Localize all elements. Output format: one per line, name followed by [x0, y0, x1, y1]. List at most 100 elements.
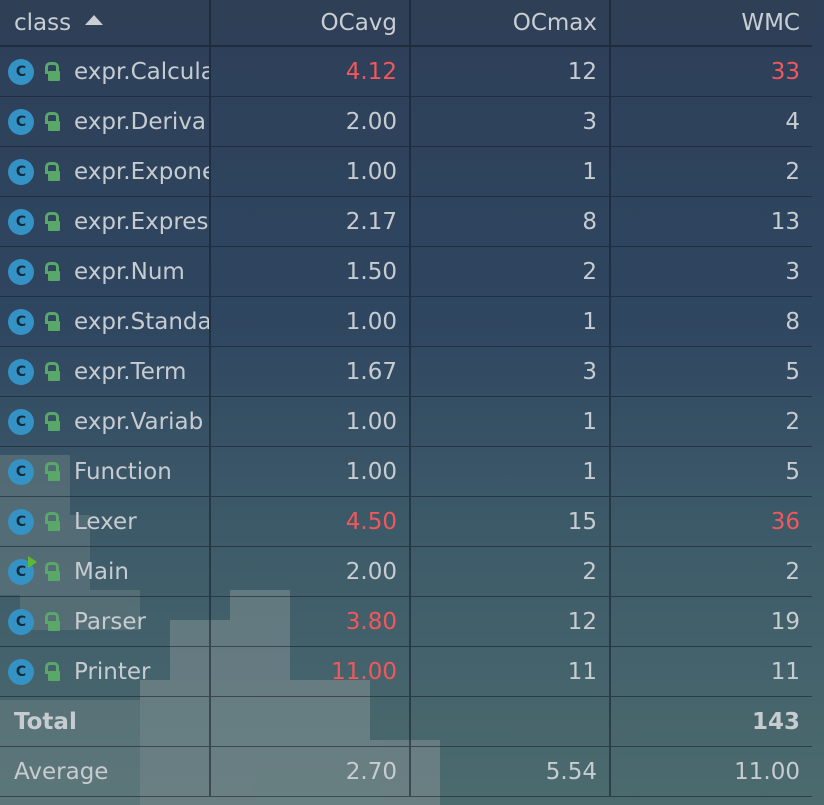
table-row[interactable]: Cexpr.Expres 2.17 8 13: [0, 197, 812, 247]
class-icon: C: [8, 358, 34, 385]
lock-open-icon: [44, 311, 62, 333]
lock-open-icon: [44, 611, 62, 633]
class-cell[interactable]: Cexpr.Deriva: [0, 97, 211, 146]
class-icon: C: [8, 158, 34, 185]
lock-open-icon: [44, 61, 62, 83]
lock-open-icon: [44, 111, 62, 133]
class-name: expr.Expres: [74, 208, 209, 235]
table-row[interactable]: C Lexer 4.50 15 36: [0, 497, 812, 547]
total-ocavg: [211, 697, 411, 746]
wmc-value: 3: [785, 258, 800, 285]
class-cell[interactable]: C Printer: [0, 647, 211, 696]
class-icon: C: [8, 458, 34, 485]
wmc-value: 5: [785, 358, 800, 385]
table-row[interactable]: Cexpr.Standa 1.00 1 8: [0, 297, 812, 347]
sort-ascending-icon[interactable]: [85, 14, 104, 25]
wmc-value: 2: [785, 158, 800, 185]
class-icon: C: [8, 258, 34, 285]
table-row[interactable]: Cexpr.Deriva 2.00 3 4: [0, 97, 812, 147]
column-header-wmc-label: WMC: [741, 9, 800, 36]
lock-open-icon: [44, 511, 62, 533]
class-name: expr.Term: [74, 358, 187, 385]
table-row[interactable]: Cexpr.Expone 1.00 1 2: [0, 147, 812, 197]
ocavg-value: 4.50: [211, 497, 411, 546]
ocmax-value: 3: [411, 347, 611, 396]
class-icon: C: [8, 508, 34, 535]
class-cell[interactable]: Cexpr.Expres: [0, 197, 211, 246]
class-icon: C: [8, 555, 37, 585]
ocavg-value: 1.50: [211, 247, 411, 296]
column-header-ocavg[interactable]: OCavg: [211, 0, 411, 45]
class-cell[interactable]: Cexpr.Term: [0, 347, 211, 396]
ocmax-value: 11: [411, 647, 611, 696]
table-row[interactable]: C Parser 3.80 12 19: [0, 597, 812, 647]
lock-open-icon: [44, 161, 62, 183]
class-name: expr.Standa: [74, 308, 209, 335]
table-row[interactable]: Cexpr.Calcula 4.12 12 33: [0, 47, 812, 97]
class-cell[interactable]: Cexpr.Calcula: [0, 47, 211, 96]
class-cell[interactable]: C Lexer: [0, 497, 211, 546]
total-ocmax: [411, 697, 611, 746]
class-cell[interactable]: Cexpr.Expone: [0, 147, 211, 196]
class-cell[interactable]: Cexpr.Variab: [0, 397, 211, 446]
total-label-cell: Total: [0, 697, 211, 746]
average-ocavg: 2.70: [211, 747, 411, 796]
wmc-value: 36: [770, 508, 800, 535]
ocavg-value: 1.00: [211, 397, 411, 446]
average-ocmax: 5.54: [411, 747, 611, 796]
lock-open-icon: [44, 661, 62, 683]
lock-open-icon: [44, 261, 62, 283]
lock-open-icon: [44, 461, 62, 483]
lock-open-icon: [44, 411, 62, 433]
wmc-value: 33: [770, 58, 800, 85]
column-header-ocmax[interactable]: OCmax: [411, 0, 611, 45]
ocavg-value: 1.67: [211, 347, 411, 396]
class-icon: C: [8, 658, 34, 685]
class-cell[interactable]: Cexpr.Num: [0, 247, 211, 296]
table-row[interactable]: Cexpr.Term 1.67 3 5: [0, 347, 812, 397]
ocmax-value: 12: [411, 597, 611, 646]
class-name: expr.Calcula: [74, 58, 209, 85]
class-name: Function: [74, 458, 172, 485]
average-label: Average: [14, 758, 109, 785]
ocavg-value: 1.00: [211, 447, 411, 496]
metrics-table: class OCavg OCmax WMC Cexpr.Calcula 4.12 1…: [0, 0, 812, 797]
ocmax-value: 1: [411, 147, 611, 196]
class-name: Printer: [74, 658, 151, 685]
table-row[interactable]: C Main 2.00 2 2: [0, 547, 812, 597]
column-header-class-label: class: [14, 9, 72, 36]
class-icon: C: [8, 608, 34, 635]
ocavg-value: 11.00: [211, 647, 411, 696]
lock-open-icon: [44, 361, 62, 383]
column-header-class[interactable]: class: [0, 0, 211, 45]
table-row[interactable]: Cexpr.Num 1.50 2 3: [0, 247, 812, 297]
table-header: class OCavg OCmax WMC: [0, 0, 812, 47]
table-row[interactable]: C Function 1.00 1 5: [0, 447, 812, 497]
class-icon: C: [8, 208, 34, 235]
class-cell[interactable]: C Parser: [0, 597, 211, 646]
ocmax-value: 15: [411, 497, 611, 546]
class-name: expr.Expone: [74, 158, 209, 185]
ocmax-value: 12: [411, 47, 611, 96]
wmc-value: 13: [770, 208, 800, 235]
class-name: Parser: [74, 608, 146, 635]
lock-open-icon: [44, 211, 62, 233]
ocmax-value: 8: [411, 197, 611, 246]
ocavg-value: 2.00: [211, 97, 411, 146]
table-row[interactable]: C Printer 11.00 11 11: [0, 647, 812, 697]
ocavg-value: 4.12: [211, 47, 411, 96]
class-cell[interactable]: C Main: [0, 547, 211, 596]
class-name: Main: [74, 558, 129, 585]
table-row[interactable]: Cexpr.Variab 1.00 1 2: [0, 397, 812, 447]
class-icon: C: [8, 108, 34, 135]
class-cell[interactable]: Cexpr.Standa: [0, 297, 211, 346]
ocmax-value: 3: [411, 97, 611, 146]
class-icon: C: [8, 58, 34, 85]
total-row: Total 143: [0, 697, 812, 747]
ocavg-value: 1.00: [211, 147, 411, 196]
column-header-wmc[interactable]: WMC: [611, 0, 812, 45]
wmc-value: 19: [770, 608, 800, 635]
ocavg-value: 1.00: [211, 297, 411, 346]
ocavg-value: 2.17: [211, 197, 411, 246]
class-cell[interactable]: C Function: [0, 447, 211, 496]
